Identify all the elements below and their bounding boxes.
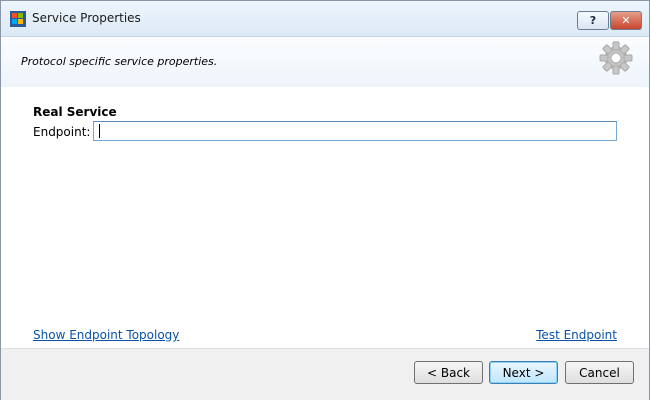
section-title-real-service: Real Service (33, 105, 117, 119)
window-title: Service Properties (32, 11, 141, 25)
back-button[interactable]: < Back (414, 361, 483, 384)
gear-icon (599, 41, 633, 75)
page-subtitle: Protocol specific service properties. (21, 55, 218, 68)
endpoint-input[interactable] (93, 121, 617, 141)
service-properties-window: Service Properties ? ✕ Protocol specific… (0, 0, 650, 400)
endpoint-label: Endpoint: (33, 125, 91, 139)
help-button[interactable]: ? (577, 11, 609, 30)
windows-app-icon (10, 11, 26, 27)
next-button[interactable]: Next > (489, 361, 558, 384)
test-endpoint-link[interactable]: Test Endpoint (536, 328, 617, 342)
show-endpoint-topology-link[interactable]: Show Endpoint Topology (33, 328, 179, 342)
close-button[interactable]: ✕ (610, 11, 642, 30)
title-bar: Service Properties ? ✕ (1, 1, 649, 37)
cancel-button[interactable]: Cancel (565, 361, 634, 384)
text-caret (99, 124, 100, 138)
